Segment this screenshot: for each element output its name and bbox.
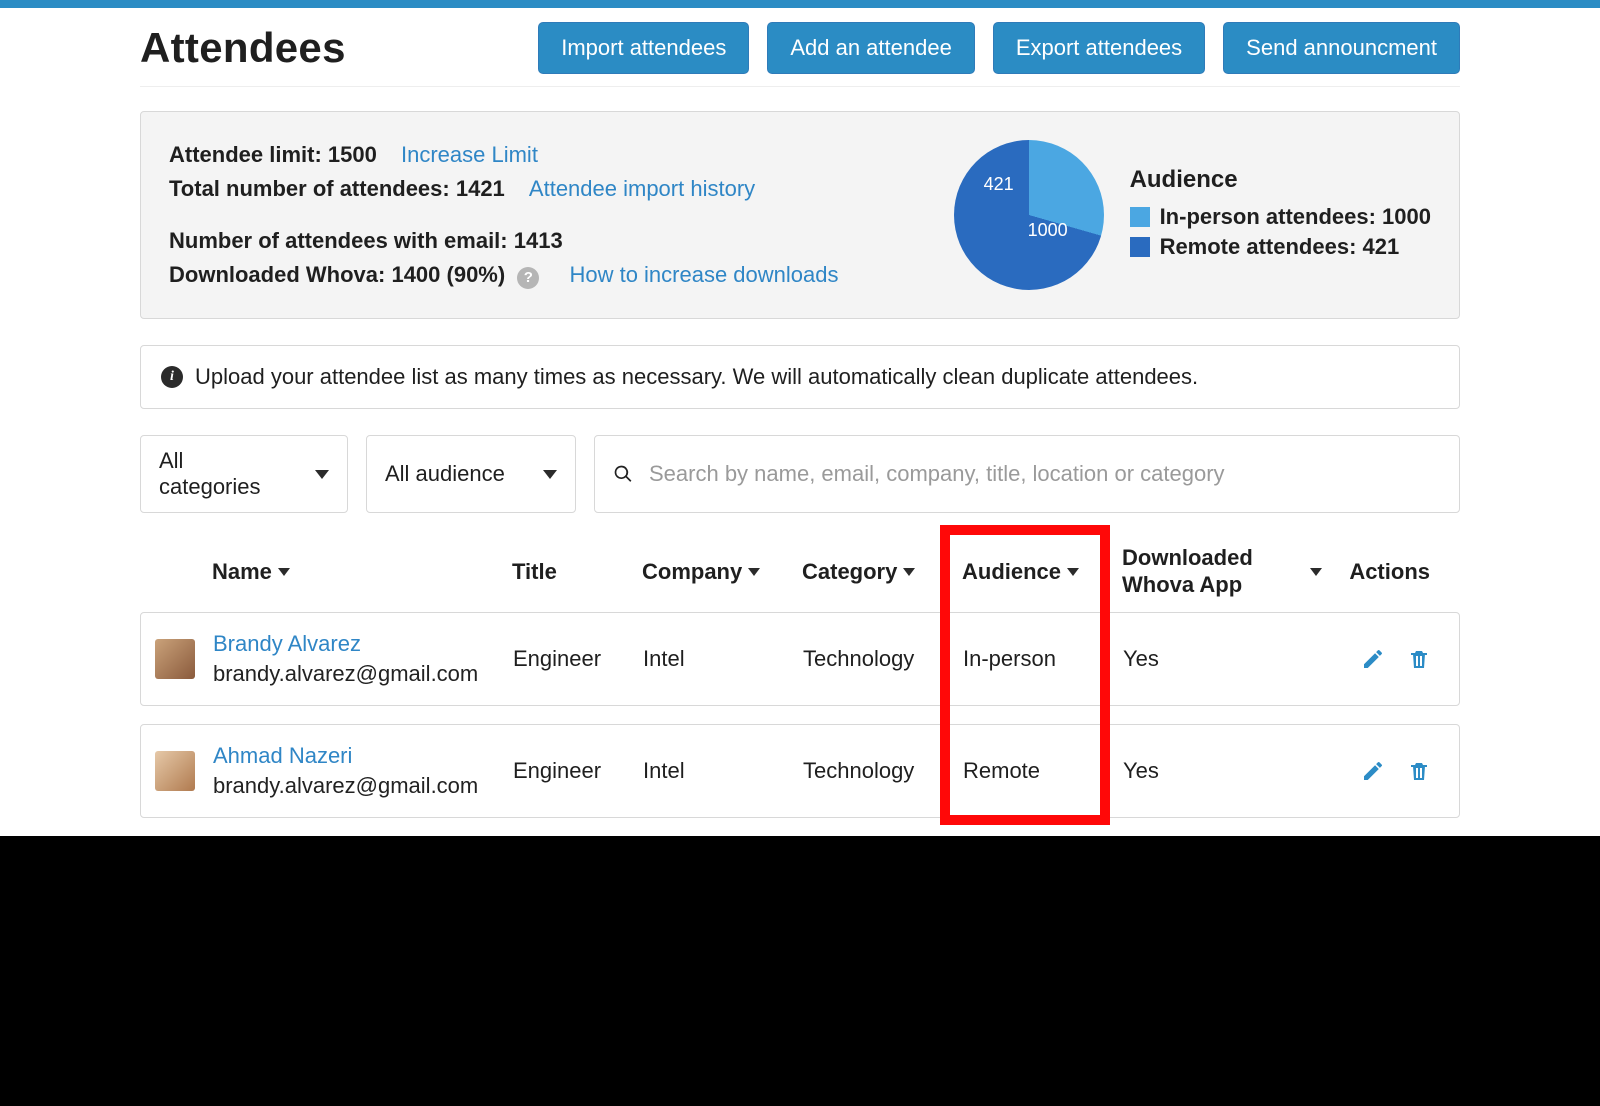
name-cell: Brandy Alvarez brandy.alvarez@gmail.com — [213, 631, 513, 687]
attendee-name-link[interactable]: Ahmad Nazeri — [213, 743, 513, 769]
table-header: Name Title Company Category Audience Dow… — [140, 535, 1460, 612]
audience-title: Audience — [1130, 166, 1431, 194]
total-label: Total number of attendees: — [169, 176, 456, 201]
col-title[interactable]: Title — [512, 559, 642, 585]
pie-remote-label: 421 — [984, 174, 1014, 195]
inperson-value: 1000 — [1382, 204, 1431, 229]
remote-value: 421 — [1363, 234, 1400, 259]
increase-limit-link[interactable]: Increase Limit — [401, 142, 538, 167]
page-header: Attendees Import attendees Add an attend… — [140, 12, 1460, 87]
info-icon: i — [161, 366, 183, 388]
sort-icon — [1067, 568, 1079, 576]
cell-title: Engineer — [513, 646, 643, 672]
sort-icon — [748, 568, 760, 576]
import-history-link[interactable]: Attendee import history — [529, 176, 755, 201]
downloaded-value: 1400 (90%) — [391, 262, 505, 287]
attendee-email: brandy.alvarez@gmail.com — [213, 661, 513, 687]
name-cell: Ahmad Nazeri brandy.alvarez@gmail.com — [213, 743, 513, 799]
audience-filter-label: All audience — [385, 461, 505, 487]
increase-downloads-link[interactable]: How to increase downloads — [569, 262, 838, 287]
audience-filter[interactable]: All audience — [366, 435, 576, 513]
attendee-email: brandy.alvarez@gmail.com — [213, 773, 513, 799]
swatch-inperson — [1130, 207, 1150, 227]
row-actions — [1323, 759, 1453, 783]
attendee-table: Name Title Company Category Audience Dow… — [140, 535, 1460, 818]
remote-label: Remote attendees: — [1160, 234, 1363, 259]
delete-icon[interactable] — [1407, 647, 1431, 671]
audience-pie-chart: 421 1000 — [954, 140, 1104, 290]
email-count-label: Number of attendees with email: — [169, 228, 514, 253]
top-accent-bar — [0, 0, 1600, 8]
cell-category: Technology — [803, 646, 963, 672]
col-actions: Actions — [1322, 559, 1452, 585]
avatar — [155, 639, 195, 679]
col-category[interactable]: Category — [802, 559, 962, 585]
category-filter-label: All categories — [159, 448, 287, 500]
row-actions — [1323, 647, 1453, 671]
downloaded-label: Downloaded Whova: — [169, 262, 391, 287]
edit-icon[interactable] — [1361, 647, 1385, 671]
email-count-value: 1413 — [514, 228, 563, 253]
sort-icon — [1310, 568, 1322, 576]
send-announcement-button[interactable]: Send announcment — [1223, 22, 1460, 74]
audience-legend: Audience In-person attendees: 1000 Remot… — [1130, 166, 1431, 264]
upload-notice: i Upload your attendee list as many time… — [140, 345, 1460, 409]
sort-icon — [903, 568, 915, 576]
add-attendee-button[interactable]: Add an attendee — [767, 22, 974, 74]
cell-audience: In-person — [963, 646, 1123, 672]
bottom-black-bar — [0, 836, 1600, 1106]
cell-company: Intel — [643, 758, 803, 784]
chevron-down-icon — [543, 470, 557, 479]
header-actions: Import attendees Add an attendee Export … — [538, 22, 1460, 74]
col-audience[interactable]: Audience — [962, 559, 1122, 585]
stats-text: Attendee limit: 1500 Increase Limit Tota… — [169, 138, 839, 292]
search-box[interactable] — [594, 435, 1460, 513]
limit-value: 1500 — [328, 142, 377, 167]
cell-company: Intel — [643, 646, 803, 672]
filter-bar: All categories All audience — [140, 435, 1460, 513]
col-name[interactable]: Name — [212, 559, 512, 585]
table-row: Brandy Alvarez brandy.alvarez@gmail.com … — [140, 612, 1460, 706]
cell-audience: Remote — [963, 758, 1123, 784]
cell-downloaded: Yes — [1123, 646, 1323, 672]
category-filter[interactable]: All categories — [140, 435, 348, 513]
chevron-down-icon — [315, 470, 329, 479]
delete-icon[interactable] — [1407, 759, 1431, 783]
edit-icon[interactable] — [1361, 759, 1385, 783]
col-downloaded[interactable]: Downloaded Whova App — [1122, 545, 1322, 598]
cell-title: Engineer — [513, 758, 643, 784]
sort-icon — [278, 568, 290, 576]
export-attendees-button[interactable]: Export attendees — [993, 22, 1205, 74]
col-company[interactable]: Company — [642, 559, 802, 585]
import-attendees-button[interactable]: Import attendees — [538, 22, 749, 74]
total-value: 1421 — [456, 176, 505, 201]
cell-category: Technology — [803, 758, 963, 784]
limit-label: Attendee limit: — [169, 142, 328, 167]
table-row: Ahmad Nazeri brandy.alvarez@gmail.com En… — [140, 724, 1460, 818]
audience-block: 421 1000 Audience In-person attendees: 1… — [954, 140, 1431, 290]
search-icon — [613, 464, 633, 484]
cell-downloaded: Yes — [1123, 758, 1323, 784]
inperson-label: In-person attendees: — [1160, 204, 1382, 229]
avatar — [155, 751, 195, 791]
stats-panel: Attendee limit: 1500 Increase Limit Tota… — [140, 111, 1460, 319]
help-icon[interactable]: ? — [517, 267, 539, 289]
search-input[interactable] — [649, 447, 1441, 501]
attendee-name-link[interactable]: Brandy Alvarez — [213, 631, 513, 657]
swatch-remote — [1130, 237, 1150, 257]
pie-inperson-label: 1000 — [1028, 220, 1068, 241]
notice-text: Upload your attendee list as many times … — [195, 364, 1198, 390]
page-title: Attendees — [140, 24, 346, 72]
